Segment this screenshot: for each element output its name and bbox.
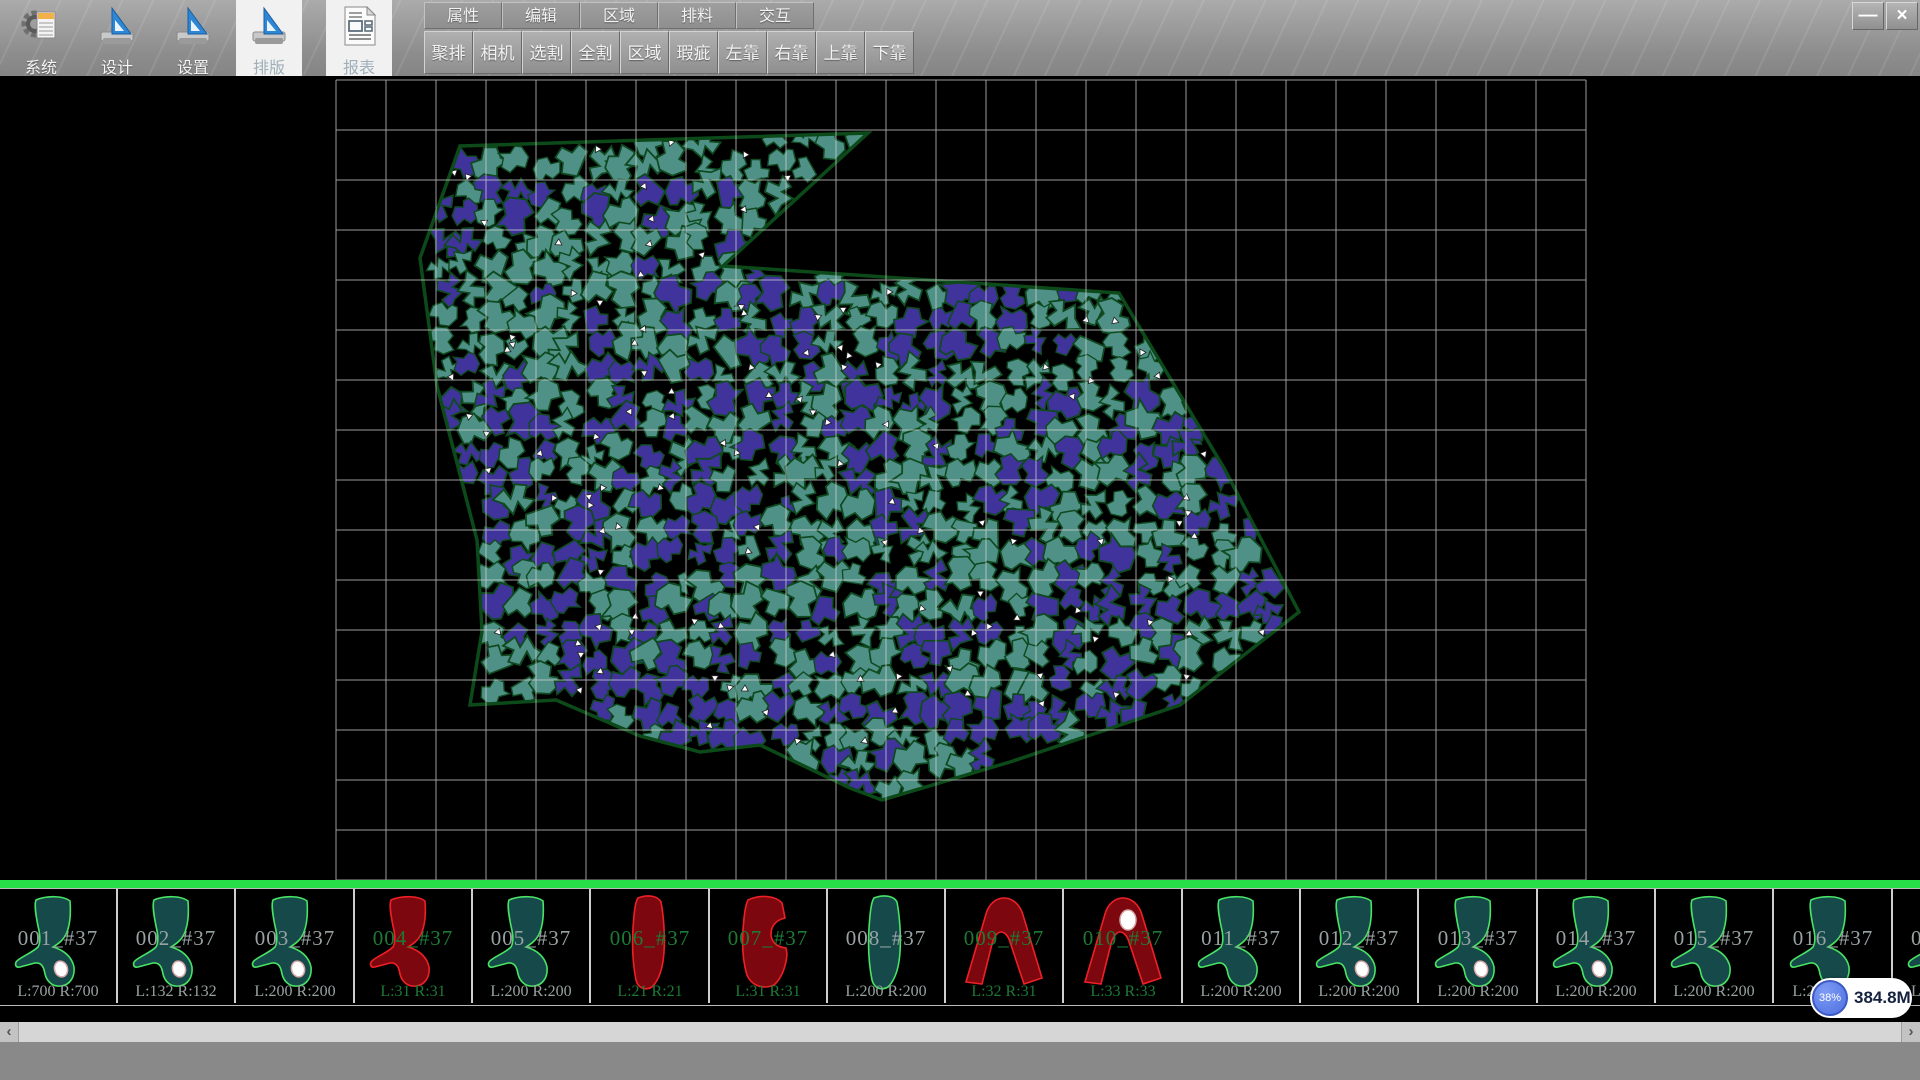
tool-bar: 聚排相机选割全割区域瑕疵左靠右靠上靠下靠 — [424, 31, 914, 74]
piece-name: 010_#37 — [1065, 926, 1181, 951]
piece-name: 005_#37 — [473, 926, 589, 951]
set-square-icon — [247, 4, 291, 48]
thumbnail-tile-11[interactable]: 011_#37 L:200 R:200 — [1183, 889, 1301, 1003]
piece-lr-count: L:200 R:200 — [1656, 983, 1772, 1001]
piece-lr-count: L:132 R:132 — [118, 983, 234, 1001]
report-doc-icon — [337, 4, 381, 48]
minimize-button[interactable]: — — [1852, 2, 1884, 30]
tool-button-9[interactable]: 上靠 — [816, 31, 865, 74]
thumbnail-tile-6[interactable]: 006_#37 L:21 R:21 — [592, 889, 710, 1003]
piece-name: 013_#37 — [1420, 926, 1536, 951]
nav-button-4[interactable]: 排版 — [236, 0, 302, 76]
menu-item-5[interactable]: 交互 — [736, 2, 814, 29]
piece-lr-count: L:200 R:200 — [473, 983, 589, 1001]
thumbnail-tile-14[interactable]: 014_#37 L:200 R:200 — [1538, 889, 1656, 1003]
thumbnail-tile-9[interactable]: 009_#37 L:32 R:31 — [946, 889, 1064, 1003]
bottom-filler — [0, 1042, 1920, 1080]
piece-lr-count: L:200 R:200 — [1420, 983, 1536, 1001]
nav-button-label: 报表 — [326, 54, 392, 78]
piece-name: 0 — [1893, 926, 1920, 951]
thumbnail-tile-5[interactable]: 005_#37 L:200 R:200 — [473, 889, 591, 1003]
piece-name: 016_#37 — [1775, 926, 1891, 951]
set-square-icon — [95, 4, 139, 48]
thumbnail-tile-8[interactable]: 008_#37 L:200 R:200 — [828, 889, 946, 1003]
menu-item-3[interactable]: 区域 — [580, 2, 658, 29]
piece-name: 007_#37 — [710, 926, 826, 951]
piece-lr-count: L:32 R:31 — [946, 983, 1062, 1001]
thumbnail-tile-1[interactable]: 001_#37 L:700 R:700 — [0, 889, 118, 1003]
thumbnail-tile-12[interactable]: 012_#37 L:200 R:200 — [1301, 889, 1419, 1003]
piece-lr-count: L:200 R:200 — [1301, 983, 1417, 1001]
piece-lr-count: L:31 R:31 — [355, 983, 471, 1001]
piece-name: 006_#37 — [592, 926, 708, 951]
thumbnail-tile-10[interactable]: 010_#37 L:33 R:33 — [1065, 889, 1183, 1003]
nesting-canvas[interactable] — [0, 76, 1920, 880]
piece-name: 004_#37 — [355, 926, 471, 951]
memory-status-badge: 38% 384.8M — [1810, 978, 1912, 1018]
strip-separator-line — [0, 880, 1920, 888]
nested-pieces — [423, 111, 1290, 808]
tool-button-1[interactable]: 聚排 — [424, 31, 473, 74]
tool-button-5[interactable]: 区域 — [620, 31, 669, 74]
tool-button-7[interactable]: 左靠 — [718, 31, 767, 74]
piece-lr-count: L:200 R:200 — [237, 983, 353, 1001]
thumbnail-tile-2[interactable]: 002_#37 L:132 R:132 — [118, 889, 236, 1003]
close-button[interactable]: × — [1886, 2, 1918, 30]
nav-button-label: 设计 — [84, 54, 150, 78]
piece-lr-count: L:200 R:200 — [828, 983, 944, 1001]
horizontal-scrollbar[interactable]: ‹ › — [0, 1022, 1920, 1042]
tool-button-10[interactable]: 下靠 — [865, 31, 914, 74]
piece-name: 008_#37 — [828, 926, 944, 951]
thumbnail-tile-7[interactable]: 007_#37 L:31 R:31 — [710, 889, 828, 1003]
thumbnail-tile-4[interactable]: 004_#37 L:31 R:31 — [355, 889, 473, 1003]
nav-button-label: 设置 — [160, 54, 226, 78]
nav-button-label: 排版 — [236, 54, 302, 78]
menu-item-4[interactable]: 排料 — [658, 2, 736, 29]
piece-name: 003_#37 — [237, 926, 353, 951]
piece-lr-count: L:21 R:21 — [592, 983, 708, 1001]
piece-name: 012_#37 — [1301, 926, 1417, 951]
nav-button-1[interactable]: 系统 — [8, 0, 74, 76]
piece-thumbnail-strip[interactable]: 001_#37 L:700 R:700 002_#37 L:132 R:132 … — [0, 888, 1920, 1006]
piece-lr-count: L:200 R:200 — [1183, 983, 1299, 1001]
piece-name: 015_#37 — [1656, 926, 1772, 951]
piece-name: 009_#37 — [946, 926, 1062, 951]
tool-button-6[interactable]: 瑕疵 — [669, 31, 718, 74]
tool-button-3[interactable]: 选割 — [522, 31, 571, 74]
piece-name: 011_#37 — [1183, 926, 1299, 951]
piece-name: 014_#37 — [1538, 926, 1654, 951]
menu-item-2[interactable]: 编辑 — [502, 2, 580, 29]
piece-name: 002_#37 — [118, 926, 234, 951]
tool-button-4[interactable]: 全割 — [571, 31, 620, 74]
nav-button-label: 系统 — [8, 54, 74, 78]
menu-bar: 属性编辑区域排料交互 — [424, 2, 814, 29]
titlebar: 系统 设计 设置 排版 报表 属性编辑区域排料交互 聚排相机选割全割区域瑕疵左靠… — [0, 0, 1920, 77]
thumbnail-tile-15[interactable]: 015_#37 L:200 R:200 — [1656, 889, 1774, 1003]
piece-lr-count: L:700 R:700 — [0, 983, 116, 1001]
memory-value: 384.8M — [1854, 978, 1911, 1018]
scroll-right-arrow-icon[interactable]: › — [1901, 1022, 1920, 1042]
nav-button-2[interactable]: 设计 — [84, 0, 150, 76]
nav-button-5[interactable]: 报表 — [326, 0, 392, 76]
thumbnail-tile-13[interactable]: 013_#37 L:200 R:200 — [1420, 889, 1538, 1003]
piece-lr-count: L:33 R:33 — [1065, 983, 1181, 1001]
piece-lr-count: L:200 R:200 — [1538, 983, 1654, 1001]
piece-name: 001_#37 — [0, 926, 116, 951]
set-square-icon — [171, 4, 215, 48]
hide-nest-drawing — [0, 76, 1920, 880]
scroll-left-arrow-icon[interactable]: ‹ — [0, 1022, 19, 1042]
progress-percent-badge: 38% — [1812, 980, 1848, 1016]
piece-lr-count: L:31 R:31 — [710, 983, 826, 1001]
thumbnail-tile-3[interactable]: 003_#37 L:200 R:200 — [237, 889, 355, 1003]
tool-button-8[interactable]: 右靠 — [767, 31, 816, 74]
nav-button-3[interactable]: 设置 — [160, 0, 226, 76]
menu-item-1[interactable]: 属性 — [424, 2, 502, 29]
gear-doc-icon — [19, 4, 63, 48]
tool-button-2[interactable]: 相机 — [473, 31, 522, 74]
